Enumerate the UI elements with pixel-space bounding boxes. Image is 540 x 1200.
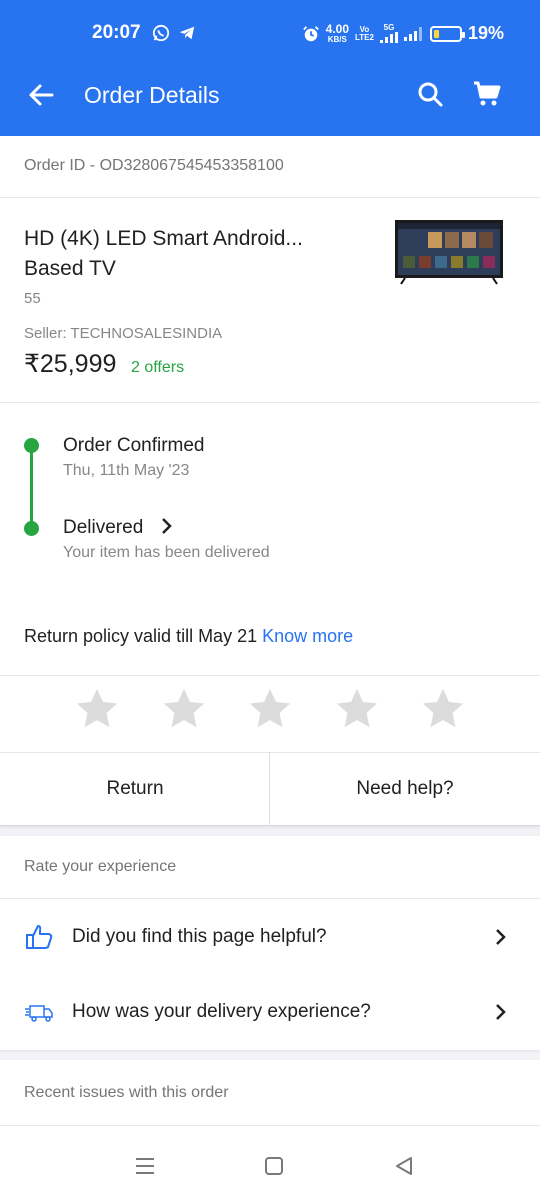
chevron-right-icon <box>496 929 506 945</box>
volte-badge: Vo LTE2 <box>355 24 374 42</box>
delivery-experience-row[interactable]: How was your delivery experience? <box>0 975 540 1045</box>
network-type: 5G <box>383 23 395 32</box>
status-time: 20:07 <box>92 22 141 43</box>
back-arrow-icon[interactable] <box>26 80 56 110</box>
signal-icon-2 <box>403 26 422 41</box>
menu-icon[interactable] <box>133 1154 157 1178</box>
chevron-right-icon[interactable] <box>160 517 174 535</box>
seller-name: Seller: TECHNOSALESINDIA <box>24 325 223 342</box>
know-more-link[interactable]: Know more <box>262 626 353 646</box>
battery-percent: 19% <box>467 23 504 43</box>
divider <box>269 752 270 826</box>
chevron-right-icon <box>496 1004 506 1020</box>
app-bar: Order Details <box>0 52 540 136</box>
tracking-dot <box>24 438 39 453</box>
helpful-label: Did you find this page helpful? <box>72 926 327 947</box>
signal-icon <box>379 32 398 43</box>
star-icon[interactable] <box>161 686 207 732</box>
star-icon[interactable] <box>247 686 293 732</box>
star-icon[interactable] <box>420 686 466 732</box>
step-title: Order Confirmed <box>63 435 205 456</box>
net-speed: 4.00 KB/S <box>325 21 349 44</box>
whatsapp-icon <box>152 24 170 42</box>
product-price: ₹25,999 <box>24 350 117 378</box>
divider <box>0 898 540 899</box>
need-help-button[interactable]: Need help? <box>270 753 540 825</box>
back-icon[interactable] <box>392 1154 416 1178</box>
tracking-line <box>30 446 33 528</box>
return-button[interactable]: Return <box>0 753 270 825</box>
delivery-truck-icon <box>25 1005 53 1022</box>
product-name: HD (4K) LED Smart Android... Based TV <box>24 227 303 280</box>
return-policy: Return policy valid till May 21 Know mor… <box>24 626 354 646</box>
order-id-row: Order ID - OD328067545453358100 <box>0 136 540 198</box>
page-title: Order Details <box>84 82 220 108</box>
offers-link[interactable]: 2 offers <box>131 359 184 377</box>
recent-issues-label: Recent issues with this order <box>24 1084 229 1101</box>
star-icon[interactable] <box>334 686 380 732</box>
battery-icon <box>429 25 465 42</box>
helpful-row[interactable]: Did you find this page helpful? <box>0 900 540 970</box>
tracking-dot <box>24 521 39 536</box>
cart-icon[interactable] <box>472 80 502 108</box>
actions-row: Return Need help? <box>0 752 540 826</box>
status-bar: 20:07 4.00 KB/S Vo LTE2 5G 19% <box>0 0 540 52</box>
telegram-icon <box>179 26 195 40</box>
rate-header: Rate your experience <box>24 858 177 875</box>
star-icon[interactable] <box>74 686 120 732</box>
product-image <box>395 220 503 285</box>
home-icon[interactable] <box>262 1154 286 1178</box>
delivery-label: How was your delivery experience? <box>72 1001 371 1022</box>
step-subtitle: Your item has been delivered <box>63 544 270 561</box>
thumbs-up-icon <box>26 925 53 949</box>
step-date: Thu, 11th May '23 <box>63 462 190 479</box>
order-id: Order ID - OD328067545453358100 <box>24 157 284 174</box>
search-icon[interactable] <box>416 80 444 108</box>
alarm-icon <box>302 25 319 41</box>
product-card[interactable]: HD (4K) LED Smart Android... Based TV 55… <box>0 198 540 403</box>
product-variant: 55 <box>24 290 41 307</box>
step-title[interactable]: Delivered <box>63 517 143 539</box>
